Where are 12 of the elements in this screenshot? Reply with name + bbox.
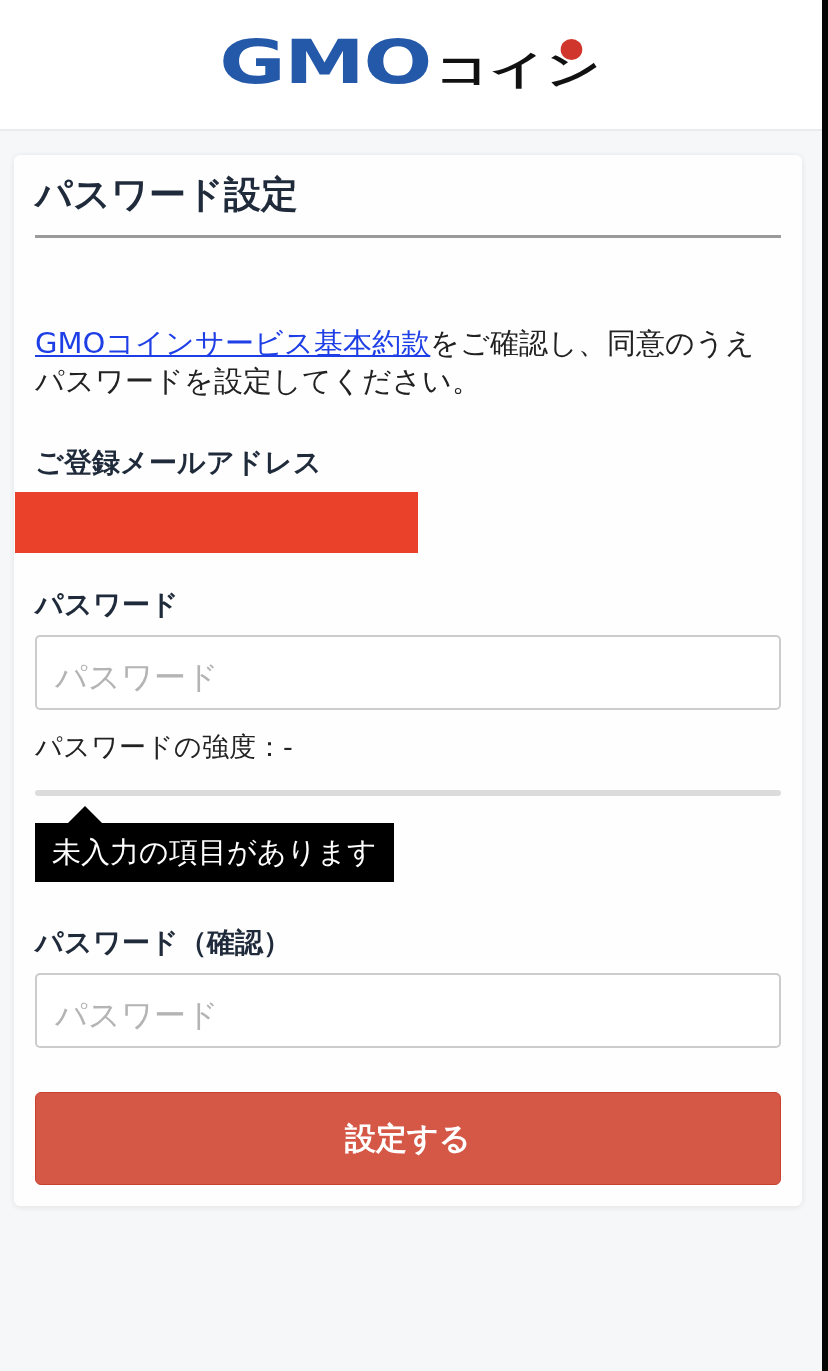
strength-text: パスワードの強度：- xyxy=(35,731,294,763)
tooltip: 未入力の項目があります xyxy=(35,806,394,882)
password-field[interactable]: パスワード xyxy=(35,635,781,710)
email-label: ご登録メールアドレス xyxy=(35,446,323,480)
confirm-password-label: パスワード（確認） xyxy=(35,926,292,960)
confirm-password-field[interactable]: パスワード xyxy=(35,973,781,1048)
logo: GMO コイン xyxy=(218,37,604,94)
page-title: パスワード設定 xyxy=(35,175,299,215)
instruction-text: GMOコインサービス基本約款をご確認し、同意のうえパスワードを設定してください。 xyxy=(35,325,757,400)
password-label: パスワード xyxy=(35,588,180,622)
submit-button[interactable]: 設定する xyxy=(35,1092,781,1185)
terms-link[interactable]: GMOコインサービス基本約款 xyxy=(35,326,431,360)
